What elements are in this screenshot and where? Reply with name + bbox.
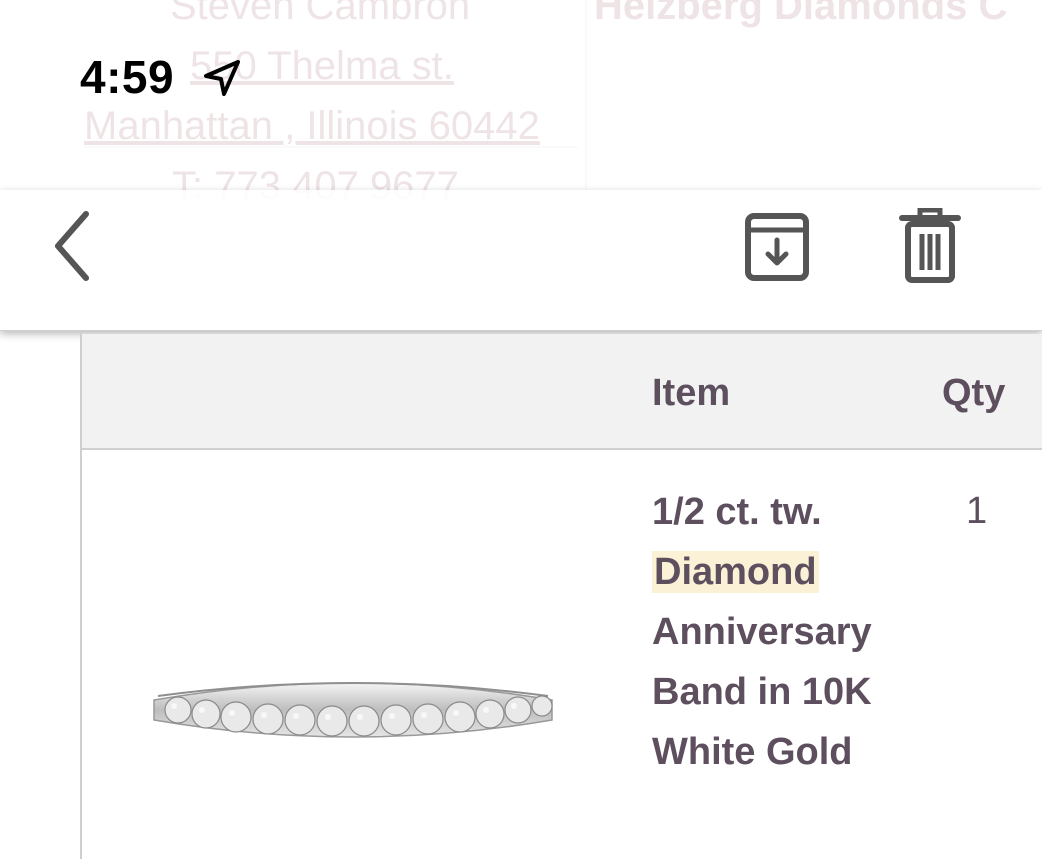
address-underline [84, 146, 578, 148]
table-row: 1/2 ct. tw. Diamond Anniversary Band in … [82, 450, 1042, 859]
archive-button[interactable] [740, 210, 814, 284]
back-button[interactable] [40, 206, 110, 286]
status-time: 4:59 [80, 51, 175, 103]
item-name-part1: 1/2 ct. tw. [652, 491, 822, 533]
item-name[interactable]: 1/2 ct. tw. Diamond Anniversary Band in … [652, 482, 912, 782]
item-qty: 1 [966, 490, 988, 532]
column-header-item: Item [652, 372, 731, 414]
order-table-header: Item Qty [82, 334, 1042, 450]
company-name: Helzberg Diamonds C [594, 0, 1008, 28]
search-highlight: Diamond [652, 551, 819, 593]
trash-button[interactable] [898, 208, 962, 284]
diamond-band-image [153, 682, 553, 738]
item-name-part2: Anniversary Band in 10K White Gold [652, 611, 872, 773]
sender-address-line2: Manhattan , Illinois 60442 [84, 104, 540, 148]
location-arrow-icon [204, 60, 240, 96]
email-toolbar [0, 190, 1042, 331]
sender-name: Steven Cambron [170, 0, 471, 28]
column-header-qty: Qty [942, 372, 1006, 414]
